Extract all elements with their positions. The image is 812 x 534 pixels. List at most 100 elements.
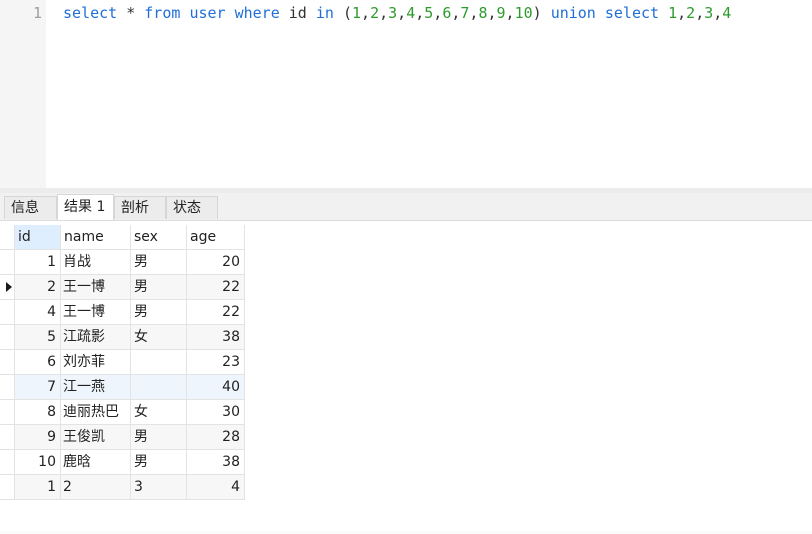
sql-token-punct: , — [379, 4, 389, 22]
cell-age[interactable]: 22 — [187, 300, 245, 325]
tab-result-1[interactable]: 结果 1 — [57, 194, 114, 220]
cell-age[interactable]: 28 — [187, 425, 245, 450]
cell-name[interactable]: 刘亦菲 — [61, 350, 131, 375]
sql-token-num: 10 — [514, 4, 533, 22]
cell-age[interactable]: 4 — [187, 475, 245, 500]
cell-sex[interactable] — [131, 350, 187, 375]
cell-age[interactable]: 30 — [187, 400, 245, 425]
cell-sex[interactable]: 男 — [131, 425, 187, 450]
sql-token-punct: , — [713, 4, 723, 22]
table-row[interactable]: 1234 — [0, 475, 245, 500]
sql-code-line[interactable]: select * from user where id in (1,2,3,4,… — [63, 3, 731, 23]
cell-sex[interactable]: 男 — [131, 300, 187, 325]
table-row[interactable]: 6 刘亦菲 23 — [0, 350, 245, 375]
cell-age[interactable]: 20 — [187, 250, 245, 275]
cell-sex[interactable]: 男 — [131, 450, 187, 475]
line-number-gutter: 1 — [0, 0, 46, 188]
cell-id[interactable]: 4 — [15, 300, 61, 325]
cell-sex[interactable]: 女 — [131, 325, 187, 350]
sql-token-id — [117, 4, 126, 22]
cell-id[interactable]: 1 — [15, 475, 61, 500]
row-indicator[interactable] — [0, 450, 15, 475]
cell-id[interactable]: 2 — [15, 275, 61, 300]
sql-token-punct: , — [397, 4, 407, 22]
sql-token-num: 9 — [496, 4, 506, 22]
sql-token-punct: ( — [333, 4, 352, 22]
cell-name[interactable]: 2 — [61, 475, 131, 500]
sql-editor[interactable]: 1 select * from user where id in (1,2,3,… — [0, 0, 812, 188]
cell-age[interactable]: 38 — [187, 450, 245, 475]
cell-sex[interactable]: 男 — [131, 275, 187, 300]
result-tabs: 信息 结果 1 剖析 状态 — [0, 193, 812, 221]
sql-token-num: 3 — [704, 4, 714, 22]
cell-id[interactable]: 6 — [15, 350, 61, 375]
column-header-age[interactable]: age — [187, 225, 245, 250]
cell-name[interactable]: 鹿晗 — [61, 450, 131, 475]
row-indicator[interactable] — [0, 325, 15, 350]
sql-token-id — [307, 4, 316, 22]
row-indicator[interactable] — [0, 350, 15, 375]
table-row[interactable]: 8 迪丽热巴女 30 — [0, 400, 245, 425]
row-indicator[interactable] — [0, 275, 15, 300]
cell-age[interactable]: 23 — [187, 350, 245, 375]
cell-age[interactable]: 38 — [187, 325, 245, 350]
cell-id[interactable]: 1 — [15, 250, 61, 275]
sql-token-num: 4 — [722, 4, 732, 22]
sql-token-kw: where — [234, 4, 280, 22]
row-indicator[interactable] — [0, 375, 15, 400]
table-row[interactable]: 2 王一博男 22 — [0, 275, 245, 300]
cell-sex[interactable]: 女 — [131, 400, 187, 425]
current-row-arrow-icon — [6, 282, 12, 292]
cell-name[interactable]: 王一博 — [61, 275, 131, 300]
cell-sex[interactable]: 男 — [131, 250, 187, 275]
cell-id[interactable]: 8 — [15, 400, 61, 425]
cell-name[interactable]: 江疏影 — [61, 325, 131, 350]
cell-age[interactable]: 22 — [187, 275, 245, 300]
cell-sex[interactable]: 3 — [131, 475, 187, 500]
tab-info[interactable]: 信息 — [4, 196, 57, 219]
table-row[interactable]: 4 王一博男 22 — [0, 300, 245, 325]
cell-name[interactable]: 王俊凯 — [61, 425, 131, 450]
row-indicator[interactable] — [0, 250, 15, 275]
cell-sex[interactable] — [131, 375, 187, 400]
sql-token-punct: , — [415, 4, 425, 22]
cell-id[interactable]: 7 — [15, 375, 61, 400]
row-indicator[interactable] — [0, 400, 15, 425]
table-row[interactable]: 1 肖战男 20 — [0, 250, 245, 275]
table-row[interactable]: 5 江疏影女 38 — [0, 325, 245, 350]
cell-age[interactable]: 40 — [187, 375, 245, 400]
sql-token-op: * — [126, 4, 136, 22]
grid-header-row: id name sex age — [0, 225, 245, 250]
tab-status[interactable]: 状态 — [166, 196, 218, 219]
sql-token-kw: union — [550, 4, 596, 22]
table-row[interactable]: 9 王俊凯男 28 — [0, 425, 245, 450]
sql-token-kw: select — [63, 4, 118, 22]
sql-token-punct: , — [695, 4, 705, 22]
row-indicator[interactable] — [0, 475, 15, 500]
cell-id[interactable]: 9 — [15, 425, 61, 450]
result-grid-area: id name sex age 1 肖战男 20 2 王一博男 22 4 王一博男 22 5 江疏影女 38 6… — [0, 221, 812, 531]
cell-id[interactable]: 5 — [15, 325, 61, 350]
cell-name[interactable]: 迪丽热巴 — [61, 400, 131, 425]
sql-token-id — [135, 4, 144, 22]
cell-id[interactable]: 10 — [15, 450, 61, 475]
column-header-id[interactable]: id — [15, 225, 61, 250]
table-row[interactable]: 7 江一燕 40 — [0, 375, 245, 400]
table-row[interactable]: 10 鹿晗男 38 — [0, 450, 245, 475]
sql-token-id — [280, 4, 289, 22]
sql-token-id — [226, 4, 235, 22]
sql-token-num: 2 — [370, 4, 380, 22]
sql-token-num: 6 — [442, 4, 452, 22]
tab-profile[interactable]: 剖析 — [114, 196, 166, 219]
cell-name[interactable]: 王一博 — [61, 300, 131, 325]
sql-token-kw: in — [315, 4, 334, 22]
row-indicator[interactable] — [0, 300, 15, 325]
row-indicator[interactable] — [0, 425, 15, 450]
row-indicator[interactable] — [0, 225, 15, 250]
cell-name[interactable]: 肖战 — [61, 250, 131, 275]
cell-name[interactable]: 江一燕 — [61, 375, 131, 400]
column-header-name[interactable]: name — [61, 225, 131, 250]
result-panel: 信息 结果 1 剖析 状态 id name sex age 1 肖战男 20 2 王一博男 22 4… — [0, 193, 812, 534]
column-header-sex[interactable]: sex — [131, 225, 187, 250]
sql-token-punct: , — [677, 4, 687, 22]
